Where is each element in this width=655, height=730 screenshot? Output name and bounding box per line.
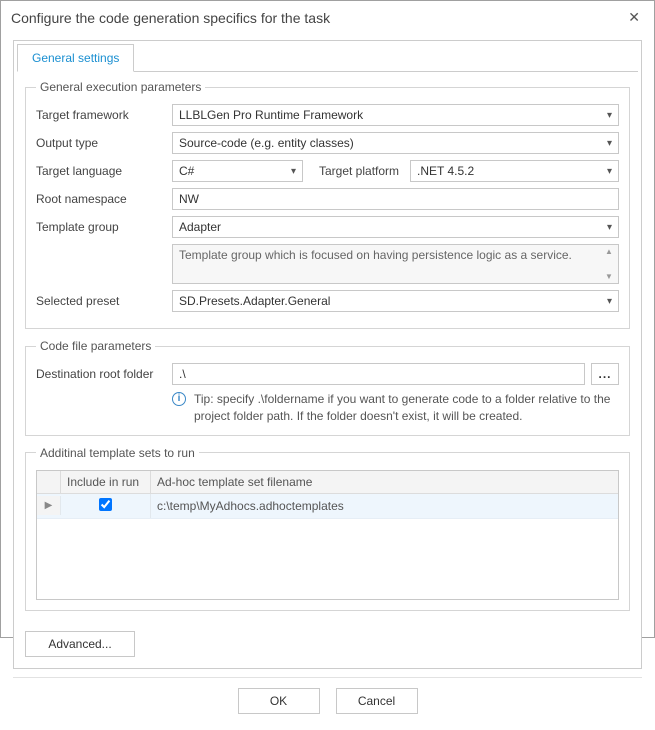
target-language-combo[interactable]: C# ▾	[172, 160, 303, 182]
label-target-framework: Target framework	[36, 108, 166, 122]
group-templates: Additinal template sets to run Include i…	[25, 446, 630, 611]
template-group-desc-text: Template group which is focused on havin…	[179, 248, 572, 262]
dialog-body: General settings General execution param…	[13, 40, 642, 669]
titlebar: Configure the code generation specifics …	[1, 1, 654, 32]
output-type-combo[interactable]: Source-code (e.g. entity classes) ▾	[172, 132, 619, 154]
cancel-button[interactable]: Cancel	[336, 688, 418, 714]
dialog-title: Configure the code generation specifics …	[11, 10, 330, 26]
selected-preset-combo[interactable]: SD.Presets.Adapter.General ▾	[172, 290, 619, 312]
label-template-group: Template group	[36, 220, 166, 234]
dialog-footer: OK Cancel	[13, 677, 642, 718]
label-root-namespace: Root namespace	[36, 192, 166, 206]
label-target-language: Target language	[36, 164, 166, 178]
template-group-combo[interactable]: Adapter ▾	[172, 216, 619, 238]
ok-button[interactable]: OK	[238, 688, 320, 714]
info-icon: i	[172, 392, 186, 406]
root-namespace-input[interactable]	[172, 188, 619, 210]
advanced-button[interactable]: Advanced...	[25, 631, 135, 657]
chevron-down-icon: ▾	[607, 166, 612, 177]
scrollbar[interactable]: ▲▼	[602, 247, 616, 281]
include-checkbox[interactable]	[99, 498, 112, 511]
tab-panel: General execution parameters Target fram…	[17, 72, 638, 665]
tab-general-settings[interactable]: General settings	[17, 44, 134, 72]
chevron-down-icon: ▾	[607, 222, 612, 233]
group-templates-legend: Additinal template sets to run	[36, 446, 199, 460]
group-codefile: Code file parameters Destination root fo…	[25, 339, 630, 436]
target-framework-combo[interactable]: LLBLGen Pro Runtime Framework ▾	[172, 104, 619, 126]
filename-cell[interactable]: c:\temp\MyAdhocs.adhoctemplates	[151, 495, 618, 517]
grid-header-handle	[37, 471, 61, 493]
chevron-down-icon: ▾	[607, 296, 612, 307]
grid-header: Include in run Ad-hoc template set filen…	[37, 471, 618, 494]
browse-button[interactable]: ...	[591, 363, 619, 385]
dest-root-input[interactable]	[172, 363, 585, 385]
tabstrip: General settings	[17, 44, 638, 72]
templates-grid[interactable]: Include in run Ad-hoc template set filen…	[36, 470, 619, 600]
dest-tip-row: i Tip: specify .\foldername if you want …	[172, 391, 619, 425]
chevron-down-icon: ▾	[607, 138, 612, 149]
selected-preset-value: SD.Presets.Adapter.General	[179, 294, 330, 308]
group-codefile-legend: Code file parameters	[36, 339, 155, 353]
grid-header-include[interactable]: Include in run	[61, 471, 151, 493]
row-handle-icon: ▶	[37, 496, 61, 515]
chevron-down-icon: ▾	[291, 166, 296, 177]
target-platform-combo[interactable]: .NET 4.5.2 ▾	[410, 160, 619, 182]
dest-tip-text: Tip: specify .\foldername if you want to…	[194, 391, 619, 425]
label-dest-root: Destination root folder	[36, 367, 166, 381]
content-area: General settings General execution param…	[1, 32, 654, 730]
close-icon[interactable]: ✕	[624, 9, 644, 26]
include-cell[interactable]	[61, 494, 151, 518]
chevron-down-icon: ▾	[607, 110, 612, 121]
table-row[interactable]: ▶ c:\temp\MyAdhocs.adhoctemplates	[37, 494, 618, 519]
group-exec-legend: General execution parameters	[36, 80, 205, 94]
template-group-description: Template group which is focused on havin…	[172, 244, 619, 284]
label-output-type: Output type	[36, 136, 166, 150]
grid-header-filename[interactable]: Ad-hoc template set filename	[151, 471, 618, 493]
label-target-platform: Target platform	[309, 164, 404, 178]
output-type-value: Source-code (e.g. entity classes)	[179, 136, 354, 150]
target-framework-value: LLBLGen Pro Runtime Framework	[179, 108, 363, 122]
group-exec-params: General execution parameters Target fram…	[25, 80, 630, 329]
target-platform-value: .NET 4.5.2	[417, 164, 474, 178]
target-language-value: C#	[179, 164, 194, 178]
label-selected-preset: Selected preset	[36, 294, 166, 308]
template-group-value: Adapter	[179, 220, 221, 234]
